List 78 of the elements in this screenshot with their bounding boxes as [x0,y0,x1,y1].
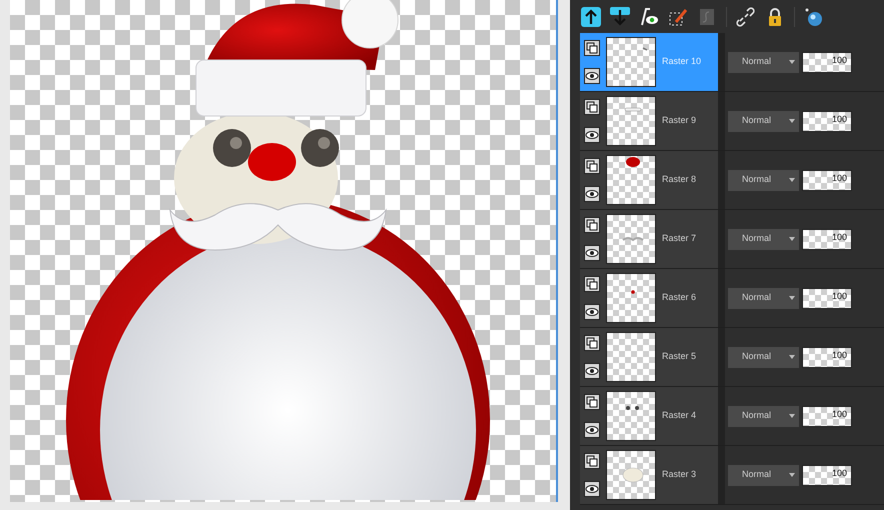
mask-icon[interactable] [697,6,717,26]
layer-type-icon [584,394,600,410]
blend-mode-dropdown[interactable]: Normal [728,464,799,486]
layer-thumbnail [606,273,656,323]
layer-name: Raster 4 [662,409,696,422]
layer-thumbnail [606,450,656,500]
caret-icon [789,237,795,241]
opacity-field[interactable]: 100 [802,228,852,250]
blend-mode-value: Normal [741,409,772,422]
blend-mode-dropdown[interactable]: Normal [728,346,799,368]
opacity-field[interactable]: 100 [802,110,852,132]
layer-thumbnail [606,37,656,87]
layer-type-icon [584,453,600,469]
move-up-icon[interactable] [581,6,601,26]
eye-icon[interactable] [584,245,600,261]
layer-item[interactable]: Raster 4 [580,387,718,445]
layer-name: Raster 6 [662,291,696,304]
layer-type-icon [584,99,600,115]
layer-item[interactable]: Raster 7 [580,210,718,268]
eye-effect-icon[interactable] [639,6,659,26]
layer-name: Raster 9 [662,114,696,128]
layer-item[interactable]: Raster 8 [580,151,718,209]
blend-mode-value: Normal [741,468,772,482]
layer-name: Raster 3 [662,468,696,482]
opacity-field[interactable]: 100 [802,288,852,308]
layer-thumbnail [606,391,656,441]
eye-icon[interactable] [584,68,600,84]
caret-icon [789,119,795,123]
opacity-field[interactable]: 100 [802,464,852,486]
blend-mode-dropdown[interactable]: Normal [728,406,799,426]
blend-mode-value: Normal [741,232,772,246]
layer-type-icon [584,335,600,351]
layer-thumbnail [606,96,656,146]
eye-icon[interactable] [584,304,600,320]
opacity-field[interactable]: 100 [802,170,852,190]
layer-thumbnail [606,155,656,205]
layer-item[interactable]: Raster 6 [580,269,718,327]
eye-icon[interactable] [584,127,600,143]
opacity-field[interactable]: 100 [802,406,852,426]
layer-item[interactable]: Raster 9 [580,92,718,150]
layer-name: Raster 5 [662,350,696,364]
layer-type-icon [584,40,600,56]
blend-mode-dropdown[interactable]: Normal [728,228,799,250]
blend-mode-value: Normal [741,291,772,304]
eye-icon[interactable] [584,363,600,379]
caret-icon [789,296,795,300]
layer-type-icon [584,217,600,233]
blend-mode-dropdown[interactable]: Normal [728,52,799,72]
link-icon[interactable] [736,6,756,26]
brush-icon[interactable] [668,6,688,26]
layer-name: Raster 7 [662,232,696,246]
move-down-icon[interactable] [610,6,630,26]
caret-icon [789,178,795,182]
caret-icon [789,60,795,64]
caret-icon [789,473,795,477]
eye-icon[interactable] [584,422,600,438]
caret-icon [789,414,795,418]
opacity-field[interactable]: 100 [802,52,852,72]
caret-icon [789,355,795,359]
sphere-icon[interactable] [804,6,824,26]
blend-mode-dropdown[interactable]: Normal [728,110,799,132]
layer-type-icon [584,276,600,292]
opacity-field[interactable]: 100 [802,346,852,368]
blend-mode-value: Normal [741,55,772,68]
blend-mode-value: Normal [741,173,772,186]
eye-icon[interactable] [584,186,600,202]
layer-thumbnail [606,332,656,382]
layer-name: Raster 10 [662,55,702,68]
blend-mode-value: Normal [741,114,772,128]
layer-type-icon [584,158,600,174]
layer-item[interactable]: Raster 3 [580,446,718,504]
blend-mode-dropdown[interactable]: Normal [728,170,799,190]
layer-thumbnail [606,214,656,264]
layer-name: Raster 8 [662,173,696,186]
blend-mode-dropdown[interactable]: Normal [728,288,799,308]
layer-item[interactable]: Raster 5 [580,328,718,386]
eye-icon[interactable] [584,481,600,497]
blend-mode-value: Normal [741,350,772,364]
